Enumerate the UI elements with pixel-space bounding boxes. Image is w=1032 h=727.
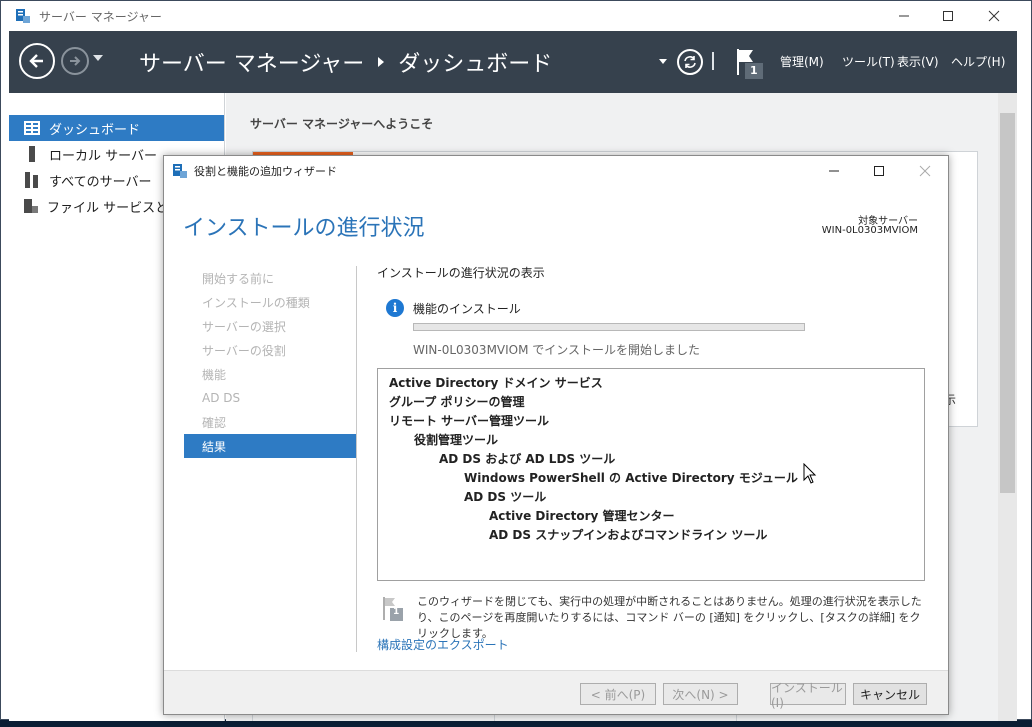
minimize-icon [829, 170, 839, 172]
breadcrumb-root[interactable]: サーバー マネージャー [139, 46, 364, 78]
close-button[interactable] [971, 1, 1017, 31]
installation-status: WIN-0L0303MVIOM でインストールを開始しました [413, 343, 701, 357]
feature-list-item: Active Directory 管理センター [489, 509, 675, 523]
scrollbar-thumb[interactable] [1000, 113, 1015, 493]
breadcrumb-dropdown-icon[interactable] [659, 59, 667, 64]
feature-installation-label: 機能のインストール [413, 302, 521, 316]
menu-manage[interactable]: 管理(M) [780, 53, 824, 70]
wizard-step-installation-type: インストールの種類 [202, 295, 310, 310]
wizard-step-before-you-begin: 開始する前に [202, 271, 275, 286]
close-icon [919, 165, 931, 177]
minimize-icon [899, 15, 909, 17]
feature-list-item: Active Directory ドメイン サービス [389, 376, 603, 390]
file-services-icon [23, 198, 39, 214]
steps-divider [356, 266, 357, 652]
breadcrumb: サーバー マネージャー ダッシュボード [139, 46, 552, 78]
wizard-maximize-button[interactable] [856, 156, 902, 186]
wizard-step-features: 機能 [202, 367, 227, 382]
wizard-app-icon [173, 164, 187, 178]
header-divider [712, 52, 714, 70]
arrow-right-icon [70, 56, 81, 66]
maximize-icon [874, 166, 884, 176]
sidebar-item-label: すべてのサーバー [49, 174, 152, 190]
feature-list-item: AD DS ツール [464, 490, 547, 504]
minimize-button[interactable] [881, 1, 927, 31]
info-icon: i [386, 299, 404, 317]
sidebar-item-label: ローカル サーバー [49, 148, 158, 164]
welcome-title: サーバー マネージャーへようこそ [250, 117, 434, 131]
close-icon [988, 10, 1000, 22]
menu-view[interactable]: 表示(V) [897, 53, 939, 70]
menu-help[interactable]: ヘルプ(H) [951, 53, 1005, 70]
server-manager-app-icon [16, 9, 30, 23]
wizard-minimize-button[interactable] [811, 156, 857, 186]
wizard-footer: < 前へ(P) 次へ(N) > インストール(I) キャンセル [164, 670, 948, 714]
notice-badge-count: 1 [393, 607, 400, 617]
wizard-title: 役割と機能の追加ウィザード [194, 165, 337, 178]
cancel-button[interactable]: キャンセル [853, 683, 927, 705]
main-window-title: サーバー マネージャー [39, 9, 162, 24]
wizard-step-server-roles: サーバーの役割 [202, 343, 286, 358]
notification-count: 1 [750, 64, 758, 77]
wizard-step-confirmation: 確認 [202, 415, 227, 430]
feature-list-item: 役割管理ツール [414, 433, 499, 447]
server-icon [23, 146, 41, 162]
refresh-icon [684, 56, 696, 68]
feature-list-item: Windows PowerShell の Active Directory モジ… [464, 471, 798, 485]
sidebar-item-dashboard[interactable]: ダッシュボード [9, 115, 224, 141]
feature-list-item: グループ ポリシーの管理 [389, 395, 525, 409]
previous-button[interactable]: < 前へ(P) [580, 683, 656, 705]
export-configuration-link[interactable]: 構成設定のエクスポート [377, 636, 509, 653]
breadcrumb-current: ダッシュボード [398, 52, 553, 77]
arrow-left-icon [29, 54, 43, 68]
breadcrumb-separator-icon [378, 57, 385, 67]
content-scrollbar[interactable] [998, 93, 1017, 721]
servers-icon [23, 172, 41, 188]
installation-progress-bar [413, 323, 805, 331]
sidebar-item-label: ダッシュボード [49, 122, 141, 138]
wizard-close-button[interactable] [902, 156, 948, 186]
next-button[interactable]: 次へ(N) > [663, 683, 738, 705]
main-titlebar: サーバー マネージャー [1, 1, 1031, 31]
main-header: サーバー マネージャー ダッシュボード 1 管理(M) ツール(T) 表示(V)… [9, 31, 1017, 93]
feature-list-item: リモート サーバー管理ツール [389, 414, 550, 428]
progress-section-title: インストールの進行状況の表示 [377, 266, 545, 280]
menu-tools[interactable]: ツール(T) [842, 53, 895, 70]
dashboard-icon [23, 120, 41, 136]
target-server-name: WIN-0L0303MVIOM [821, 225, 918, 236]
install-button[interactable]: インストール(I) [770, 681, 846, 710]
wizard-step-results[interactable]: 結果 [184, 434, 356, 458]
add-roles-features-wizard: 役割と機能の追加ウィザード インストールの進行状況 対象サーバー WIN-0L0… [163, 155, 949, 715]
wizard-body: インストールの進行状況の表示 i 機能のインストール WIN-0L0303MVI… [377, 264, 937, 652]
wizard-step-server-selection: サーバーの選択 [202, 319, 286, 334]
feature-list-item: AD DS スナップインおよびコマンドライン ツール [489, 528, 768, 542]
wizard-step-ad-ds: AD DS [202, 391, 241, 405]
maximize-button[interactable] [925, 1, 971, 31]
forward-button[interactable] [61, 47, 89, 75]
history-dropdown-icon[interactable] [93, 55, 103, 61]
back-button[interactable] [19, 43, 55, 79]
wizard-step-list: 開始する前に インストールの種類 サーバーの選択 サーバーの役割 機能 AD D… [184, 266, 356, 458]
feature-list-item: AD DS および AD LDS ツール [439, 452, 616, 466]
maximize-icon [943, 11, 953, 21]
wizard-notice-text: このウィザードを閉じても、実行中の処理が中断されることはありません。処理の進行状… [417, 595, 922, 640]
refresh-button[interactable] [677, 49, 703, 75]
wizard-page-title: インストールの進行状況 [183, 216, 425, 241]
mouse-cursor-icon [803, 463, 817, 484]
notifications-button[interactable]: 1 [735, 47, 765, 81]
feature-list[interactable]: Active Directory ドメイン サービス グループ ポリシーの管理リモ… [377, 368, 925, 581]
